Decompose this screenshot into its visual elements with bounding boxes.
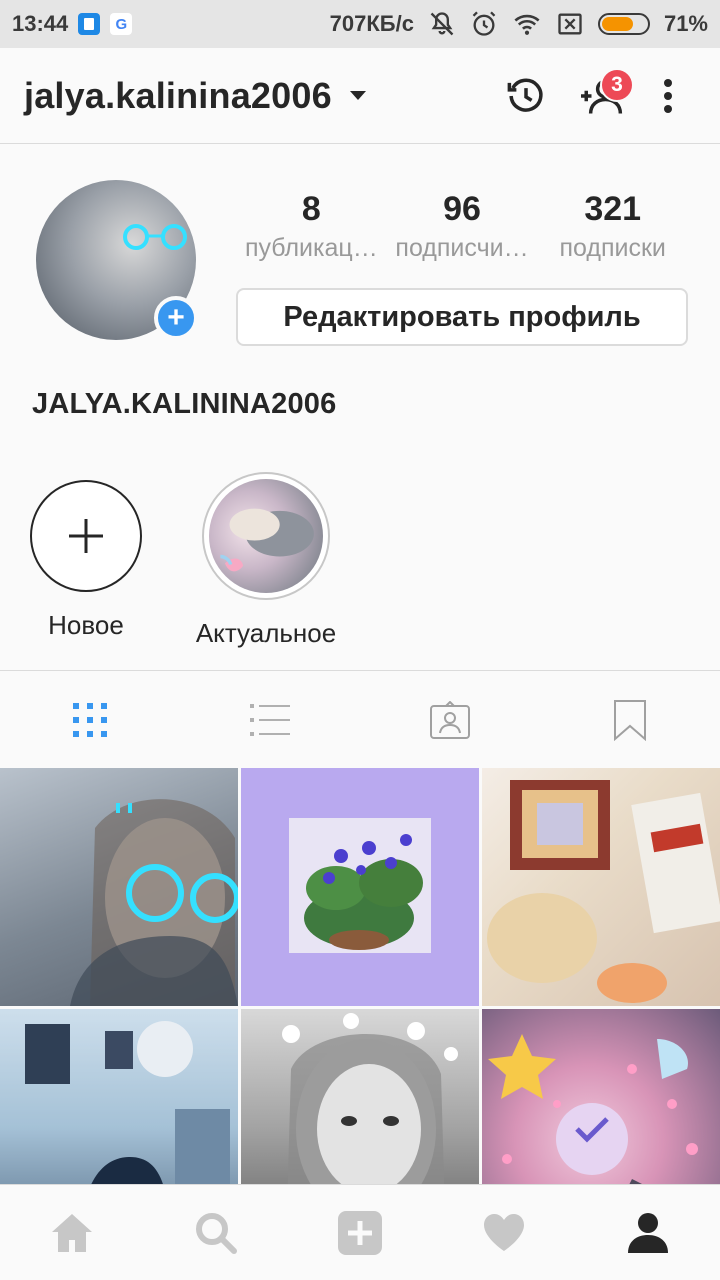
portrait-photo-graphic <box>282 1013 458 1184</box>
highlight-item[interactable]: Актуальное <box>186 472 346 649</box>
add-story-plus-icon[interactable]: + <box>154 296 198 340</box>
status-time: 13:44 <box>12 11 69 36</box>
profile-icon <box>628 1212 668 1253</box>
chevron-down-icon <box>349 91 366 100</box>
highlight-label: Актуальное <box>195 618 337 648</box>
alarm-icon <box>472 11 496 36</box>
new-highlight[interactable]: Новое <box>24 472 148 649</box>
posts-count: 8 <box>301 190 321 228</box>
heart-icon <box>484 1213 524 1251</box>
history-icon <box>507 78 543 112</box>
violets-photo-graphic <box>289 818 431 953</box>
post-thumbnail[interactable] <box>0 1009 238 1184</box>
bottom-nav <box>0 1184 720 1280</box>
post-thumbnail[interactable] <box>0 768 238 1006</box>
highlight-label: Новое <box>48 610 124 640</box>
post-thumbnail[interactable] <box>482 768 720 1006</box>
tab-list[interactable] <box>180 671 360 768</box>
archive-button[interactable] <box>488 58 564 134</box>
post-thumbnail[interactable] <box>241 1009 479 1184</box>
profile-stats: 8 публикац… 96 подписчи… 321 подписки <box>236 190 688 263</box>
list-icon <box>250 703 290 736</box>
search-icon <box>196 1212 237 1254</box>
display-name: JALYA.KALININA2006 <box>32 388 337 420</box>
tab-saved[interactable] <box>540 671 720 768</box>
grid-icon <box>73 702 107 737</box>
posts-label: публикац… <box>244 234 378 262</box>
highlight-cover <box>202 472 330 600</box>
followers-count: 96 <box>443 190 481 228</box>
new-highlight-circle <box>30 480 142 592</box>
glasses-filter-graphic <box>123 224 187 250</box>
avatar[interactable]: + <box>36 180 198 340</box>
followers-label: подписчи… <box>395 234 529 262</box>
gift-box-photo-graphic <box>487 780 720 1003</box>
highlight-cover-image <box>209 479 323 593</box>
more-options-button[interactable] <box>640 58 696 134</box>
username: jalya.kalinina2006 <box>24 74 332 116</box>
nav-home[interactable] <box>0 1185 144 1280</box>
network-speed: 707КБ/с <box>329 11 414 36</box>
battery-icon <box>597 13 650 35</box>
discover-people-button[interactable]: 3 <box>564 58 640 134</box>
tagged-icon <box>430 700 470 739</box>
mute-icon <box>430 12 454 36</box>
home-icon <box>52 1213 92 1252</box>
following-label: подписки <box>559 234 666 262</box>
tab-grid[interactable] <box>0 671 180 768</box>
selfie-photo-graphic <box>70 799 238 1006</box>
nav-activity[interactable] <box>432 1185 576 1280</box>
post-thumbnail[interactable] <box>482 1009 720 1184</box>
edit-profile-button[interactable]: Редактировать профиль <box>236 288 688 346</box>
more-vertical-icon <box>664 78 672 113</box>
room-photo-graphic <box>0 1009 238 1184</box>
app-notification-icon <box>78 13 101 35</box>
tab-tagged[interactable] <box>360 671 540 768</box>
bookmark-icon <box>614 699 646 741</box>
posts-stat[interactable]: 8 публикац… <box>236 190 387 263</box>
cat-photo-graphic <box>220 508 314 572</box>
wifi-icon <box>514 14 540 35</box>
posts-grid <box>0 768 720 1184</box>
nav-search[interactable] <box>144 1185 288 1280</box>
notification-badge: 3 <box>600 67 634 102</box>
sticker-photo-graphic <box>488 1034 698 1184</box>
battery-percent: 71% <box>663 11 708 36</box>
following-count: 321 <box>584 190 642 228</box>
nav-add-post[interactable] <box>288 1185 432 1280</box>
app-bar: jalya.kalinina2006 3 <box>0 48 720 144</box>
plus-icon <box>69 519 103 553</box>
add-icon <box>338 1210 382 1255</box>
profile-tabs <box>0 670 720 768</box>
no-sim-icon <box>558 13 582 35</box>
following-stat[interactable]: 321 подписки <box>537 190 688 263</box>
nav-profile[interactable] <box>576 1185 720 1280</box>
followers-stat[interactable]: 96 подписчи… <box>387 190 538 263</box>
google-icon: G <box>110 13 133 35</box>
post-thumbnail[interactable] <box>241 768 479 1006</box>
profile-header: + 8 публикац… 96 подписчи… 321 подписки … <box>36 180 688 350</box>
status-bar: 13:44 G 707КБ/с 71% <box>0 0 720 48</box>
account-switcher[interactable]: jalya.kalinina2006 <box>24 75 366 117</box>
story-highlights: Новое Актуальное <box>24 472 346 649</box>
